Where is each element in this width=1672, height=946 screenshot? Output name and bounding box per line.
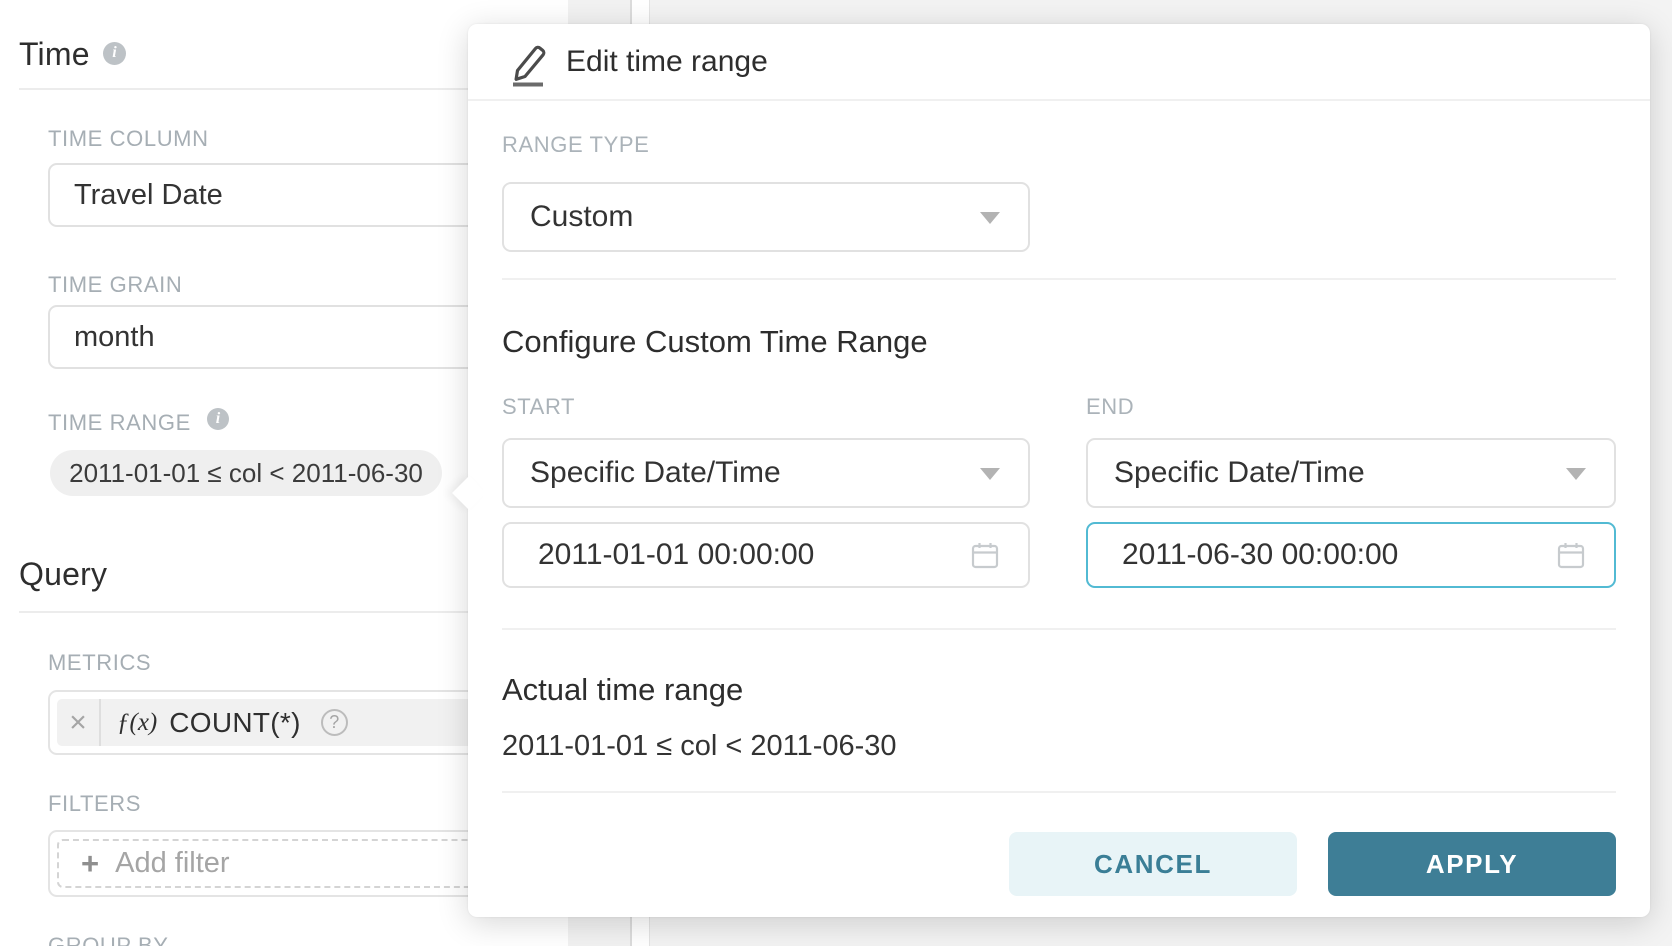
apply-button[interactable]: APPLY: [1328, 832, 1616, 896]
edit-pencil-icon: [506, 38, 550, 88]
start-mode-value: Specific Date/Time: [530, 456, 781, 490]
start-datetime-value: 2011-01-01 00:00:00: [538, 538, 814, 572]
cancel-button[interactable]: CANCEL: [1009, 832, 1297, 896]
time-info-icon[interactable]: i: [103, 42, 126, 65]
divider: [502, 791, 1616, 793]
time-range-pill-value: 2011-01-01 ≤ col < 2011-06-30: [69, 458, 423, 489]
configure-heading: Configure Custom Time Range: [502, 324, 928, 360]
edit-time-range-popover: Edit time range RANGE TYPE Custom Config…: [468, 24, 1650, 917]
time-range-info-icon[interactable]: i: [207, 408, 229, 430]
range-type-label: RANGE TYPE: [502, 132, 649, 158]
group-by-label: GROUP BY: [48, 933, 169, 946]
add-filter-button[interactable]: + Add filter: [57, 839, 535, 888]
metric-expression: COUNT(*): [169, 707, 301, 739]
remove-metric-icon[interactable]: ×: [57, 699, 101, 746]
explore-page: Time i TIME COLUMN Travel Date TIME GRAI…: [0, 0, 1672, 946]
filters-label: FILTERS: [48, 791, 141, 817]
query-section-title: Query: [19, 556, 107, 593]
range-type-select[interactable]: Custom: [502, 182, 1030, 252]
end-mode-value: Specific Date/Time: [1114, 456, 1365, 490]
add-filter-label: Add filter: [115, 847, 229, 880]
metric-chip[interactable]: × ƒ(x) COUNT(*) ?: [57, 699, 535, 746]
time-column-label: TIME COLUMN: [48, 126, 209, 152]
calendar-icon[interactable]: [1556, 540, 1586, 570]
calendar-icon[interactable]: [970, 540, 1000, 570]
end-mode-select[interactable]: Specific Date/Time: [1086, 438, 1616, 508]
plus-icon: +: [81, 846, 99, 882]
time-section-title: Time: [19, 36, 90, 73]
end-datetime-input[interactable]: 2011-06-30 00:00:00: [1086, 522, 1616, 588]
help-icon[interactable]: ?: [321, 709, 348, 736]
time-column-value: Travel Date: [74, 179, 223, 212]
end-datetime-value: 2011-06-30 00:00:00: [1122, 538, 1398, 572]
time-range-pill[interactable]: 2011-01-01 ≤ col < 2011-06-30: [50, 450, 442, 496]
actual-time-range-heading: Actual time range: [502, 672, 743, 708]
start-datetime-input[interactable]: 2011-01-01 00:00:00: [502, 522, 1030, 588]
metrics-label: METRICS: [48, 650, 151, 676]
divider: [502, 278, 1616, 280]
function-icon: ƒ(x): [117, 709, 157, 737]
actual-time-range-value: 2011-01-01 ≤ col < 2011-06-30: [502, 730, 897, 763]
chevron-down-icon: [1566, 468, 1586, 480]
chevron-down-icon: [980, 212, 1000, 224]
time-grain-label: TIME GRAIN: [48, 272, 182, 298]
start-mode-select[interactable]: Specific Date/Time: [502, 438, 1030, 508]
popover-title: Edit time range: [566, 45, 768, 79]
chevron-down-icon: [980, 468, 1000, 480]
time-range-label: TIME RANGE: [48, 410, 191, 436]
end-label: END: [1086, 394, 1134, 420]
popover-header: Edit time range: [468, 24, 1650, 101]
divider: [502, 628, 1616, 630]
range-type-value: Custom: [530, 200, 633, 234]
start-label: START: [502, 394, 575, 420]
time-grain-value: month: [74, 321, 155, 354]
